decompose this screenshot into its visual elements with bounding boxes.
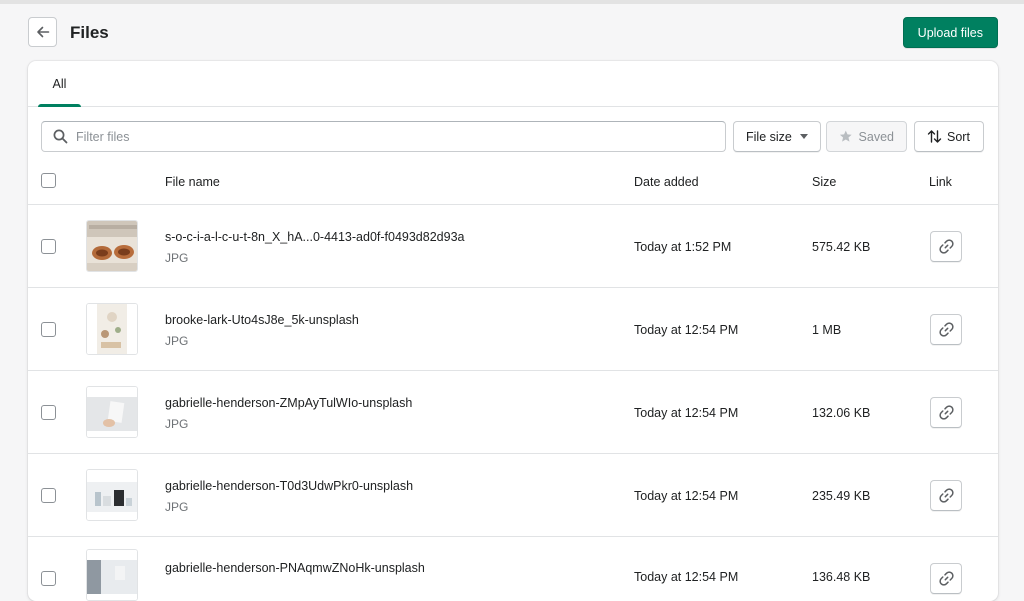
column-header-date-added: Date added: [634, 175, 699, 189]
file-size: 132.06 KB: [812, 406, 871, 420]
file-name[interactable]: gabrielle-henderson-ZMpAyTulWIo-unsplash: [165, 396, 412, 410]
file-type: JPG: [165, 500, 189, 514]
file-name[interactable]: gabrielle-henderson-T0d3UdwPkr0-unsplash: [165, 479, 413, 493]
sort-button[interactable]: Sort: [914, 121, 984, 152]
file-size: 575.42 KB: [812, 240, 871, 254]
column-header-file-name: File name: [165, 175, 220, 189]
table-row[interactable]: gabrielle-henderson-PNAqmwZNoHk-unsplash…: [28, 536, 998, 601]
top-bar: [0, 0, 1024, 4]
file-name[interactable]: brooke-lark-Uto4sJ8e_5k-unsplash: [165, 313, 359, 327]
files-card: All File size Saved Sort File name Date …: [28, 61, 998, 601]
select-all-checkbox[interactable]: [41, 173, 56, 188]
saved-label: Saved: [858, 129, 894, 144]
link-icon: [938, 239, 954, 254]
link-icon: [938, 488, 954, 503]
table-row[interactable]: brooke-lark-Uto4sJ8e_5k-unsplash JPG Tod…: [28, 287, 998, 370]
search-input[interactable]: [76, 122, 716, 151]
tab-active-indicator: [38, 104, 81, 107]
column-header-size: Size: [812, 175, 837, 189]
copy-link-button[interactable]: [930, 231, 962, 262]
file-thumbnail: [86, 469, 138, 521]
page-header: Files Upload files: [28, 17, 998, 49]
file-thumbnail: [86, 220, 138, 272]
file-date: Today at 12:54 PM: [634, 323, 739, 337]
row-checkbox[interactable]: [41, 571, 56, 586]
file-name[interactable]: s-o-c-i-a-l-c-u-t-8n_X_hA...0-4413-ad0f-…: [165, 230, 464, 244]
column-header-link: Link: [929, 175, 952, 189]
search-field[interactable]: [41, 121, 726, 152]
file-thumbnail: [86, 549, 138, 601]
copy-link-button[interactable]: [930, 563, 962, 594]
copy-link-button[interactable]: [930, 314, 962, 345]
page-title: Files: [70, 23, 109, 42]
row-checkbox[interactable]: [41, 405, 56, 420]
file-size: 235.49 KB: [812, 489, 871, 503]
link-icon: [938, 405, 954, 420]
file-date: Today at 12:54 PM: [634, 570, 739, 584]
file-type: JPG: [165, 417, 189, 431]
file-date: Today at 12:54 PM: [634, 406, 739, 420]
file-size-label: File size: [746, 129, 792, 144]
row-checkbox[interactable]: [41, 488, 56, 503]
file-thumbnail: [86, 303, 138, 355]
file-type: JPG: [165, 251, 189, 265]
file-size: 136.48 KB: [812, 570, 871, 584]
row-checkbox[interactable]: [41, 322, 56, 337]
file-size-filter-button[interactable]: File size: [733, 121, 821, 152]
sort-arrows-icon: [927, 130, 942, 143]
back-button[interactable]: [28, 17, 57, 47]
tab-all[interactable]: All: [38, 61, 81, 107]
file-size: 1 MB: [812, 323, 842, 337]
file-thumbnail: [86, 386, 138, 438]
link-icon: [938, 322, 954, 337]
search-icon: [53, 129, 68, 144]
upload-files-button[interactable]: Upload files: [902, 17, 998, 48]
tabs-bar: All: [28, 61, 998, 107]
table-row[interactable]: gabrielle-henderson-T0d3UdwPkr0-unsplash…: [28, 453, 998, 536]
file-date: Today at 1:52 PM: [634, 240, 732, 254]
copy-link-button[interactable]: [930, 397, 962, 428]
saved-button[interactable]: Saved: [826, 121, 907, 152]
caret-down-icon: [799, 134, 808, 139]
star-icon: [839, 130, 852, 142]
copy-link-button[interactable]: [930, 480, 962, 511]
table-row[interactable]: s-o-c-i-a-l-c-u-t-8n_X_hA...0-4413-ad0f-…: [28, 204, 998, 287]
row-checkbox[interactable]: [41, 239, 56, 254]
link-icon: [938, 571, 954, 586]
file-date: Today at 12:54 PM: [634, 489, 739, 503]
arrow-left-icon: [36, 26, 49, 38]
file-type: JPG: [165, 334, 189, 348]
sort-label: Sort: [947, 129, 970, 144]
table-row[interactable]: gabrielle-henderson-ZMpAyTulWIo-unsplash…: [28, 370, 998, 453]
file-name[interactable]: gabrielle-henderson-PNAqmwZNoHk-unsplash: [165, 561, 425, 575]
